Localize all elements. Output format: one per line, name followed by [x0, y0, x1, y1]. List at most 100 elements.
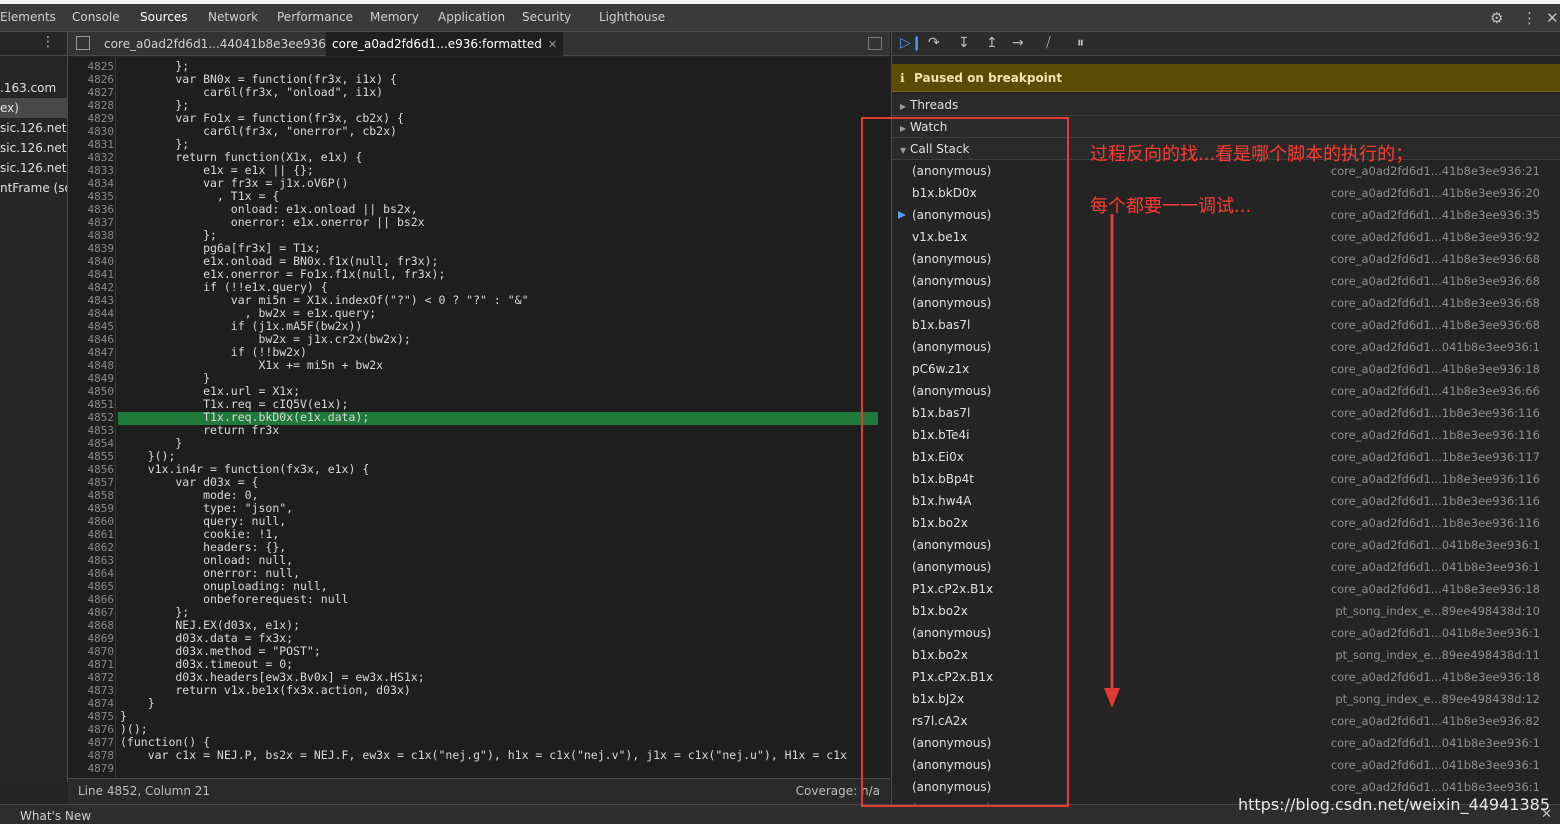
close-icon[interactable]: ✕: [548, 38, 557, 51]
line-number[interactable]: 4855: [68, 450, 115, 463]
line-number[interactable]: 4862: [68, 541, 115, 554]
line-number[interactable]: 4844: [68, 307, 115, 320]
call-frame-location[interactable]: core_a0ad2fd6d1...41b8e3ee936:68: [1331, 314, 1540, 336]
resume-icon[interactable]: ▷❙: [900, 35, 923, 51]
tab-lighthouse[interactable]: Lighthouse: [599, 9, 665, 31]
step-into-icon[interactable]: ↧: [958, 35, 970, 51]
line-number[interactable]: 4879: [68, 762, 115, 775]
tab-performance[interactable]: Performance: [277, 9, 353, 31]
line-number[interactable]: 4863: [68, 554, 115, 567]
call-frame-location[interactable]: core_a0ad2fd6d1...1b8e3ee936:117: [1331, 446, 1540, 468]
navigator-item[interactable]: ex): [0, 98, 67, 118]
call-frame-location[interactable]: core_a0ad2fd6d1...041b8e3ee936:1: [1331, 556, 1540, 578]
line-number[interactable]: 4874: [68, 697, 115, 710]
navigator-item[interactable]: sic.126.net: [0, 118, 67, 138]
editor-tab-active[interactable]: core_a0ad2fd6d1...e936:formatted ✕: [326, 32, 564, 56]
line-number[interactable]: 4839: [68, 242, 115, 255]
call-frame-location[interactable]: core_a0ad2fd6d1...041b8e3ee936:1: [1331, 732, 1540, 754]
tab-security[interactable]: Security: [522, 9, 571, 31]
tab-network[interactable]: Network: [208, 9, 258, 31]
line-number[interactable]: 4825: [68, 60, 115, 73]
line-number[interactable]: 4871: [68, 658, 115, 671]
deactivate-breakpoints-icon[interactable]: ⧸: [1046, 35, 1051, 51]
line-number[interactable]: 4877: [68, 736, 115, 749]
call-frame-location[interactable]: core_a0ad2fd6d1...1b8e3ee936:116: [1331, 424, 1540, 446]
navigator-item[interactable]: sic.126.net: [0, 138, 67, 158]
line-number[interactable]: 4851: [68, 398, 115, 411]
call-frame-location[interactable]: pt_song_index_e...89ee498438d:12: [1335, 688, 1540, 710]
line-number[interactable]: 4857: [68, 476, 115, 489]
line-number[interactable]: 4850: [68, 385, 115, 398]
call-frame-location[interactable]: core_a0ad2fd6d1...41b8e3ee936:18: [1331, 666, 1540, 688]
line-number[interactable]: 4852: [68, 411, 115, 424]
navigator-item[interactable]: sic.126.net: [0, 158, 67, 178]
line-number[interactable]: 4837: [68, 216, 115, 229]
line-number[interactable]: 4878: [68, 749, 115, 762]
line-number-gutter[interactable]: 4825 4826 4827 4828 4829 4830 4831 4832 4833 4834…: [68, 57, 116, 778]
call-frame-location[interactable]: core_a0ad2fd6d1...41b8e3ee936:92: [1331, 226, 1540, 248]
line-number[interactable]: 4840: [68, 255, 115, 268]
call-frame-location[interactable]: core_a0ad2fd6d1...41b8e3ee936:18: [1331, 358, 1540, 380]
threads-section[interactable]: ▶ Threads: [892, 94, 1560, 116]
line-number[interactable]: 4872: [68, 671, 115, 684]
call-frame-location[interactable]: core_a0ad2fd6d1...41b8e3ee936:66: [1331, 380, 1540, 402]
call-frame-location[interactable]: core_a0ad2fd6d1...41b8e3ee936:68: [1331, 270, 1540, 292]
call-frame-location[interactable]: core_a0ad2fd6d1...41b8e3ee936:35: [1331, 204, 1540, 226]
line-number[interactable]: 4845: [68, 320, 115, 333]
line-number[interactable]: 4831: [68, 138, 115, 151]
line-number[interactable]: 4853: [68, 424, 115, 437]
line-number[interactable]: 4876: [68, 723, 115, 736]
step-icon[interactable]: →: [1012, 35, 1024, 51]
line-number[interactable]: 4832: [68, 151, 115, 164]
line-number[interactable]: 4841: [68, 268, 115, 281]
line-number[interactable]: 4834: [68, 177, 115, 190]
line-number[interactable]: 4836: [68, 203, 115, 216]
line-number[interactable]: 4830: [68, 125, 115, 138]
toggle-debugger-icon[interactable]: [868, 37, 882, 50]
call-frame-location[interactable]: core_a0ad2fd6d1...1b8e3ee936:116: [1331, 490, 1540, 512]
line-number[interactable]: 4873: [68, 684, 115, 697]
tab-sources[interactable]: Sources: [133, 9, 195, 36]
line-number[interactable]: 4869: [68, 632, 115, 645]
line-number[interactable]: 4843: [68, 294, 115, 307]
tab-console[interactable]: Console: [72, 9, 120, 31]
line-number[interactable]: 4827: [68, 86, 115, 99]
line-number[interactable]: 4859: [68, 502, 115, 515]
call-frame-location[interactable]: core_a0ad2fd6d1...41b8e3ee936:82: [1331, 710, 1540, 732]
tab-whats-new[interactable]: What's New: [20, 809, 91, 823]
navigator-item[interactable]: .163.com: [0, 78, 67, 98]
line-number[interactable]: 4875: [68, 710, 115, 723]
line-number[interactable]: 4864: [68, 567, 115, 580]
call-frame-location[interactable]: core_a0ad2fd6d1...041b8e3ee936:1: [1331, 336, 1540, 358]
navigator-item[interactable]: ntFrame (son: [0, 178, 67, 198]
tab-elements[interactable]: Elements: [0, 9, 56, 31]
line-number[interactable]: 4842: [68, 281, 115, 294]
line-number[interactable]: 4861: [68, 528, 115, 541]
pause-on-exceptions-icon[interactable]: ⏸: [1077, 35, 1084, 51]
call-frame-location[interactable]: core_a0ad2fd6d1...041b8e3ee936:1: [1331, 622, 1540, 644]
line-number[interactable]: 4858: [68, 489, 115, 502]
vertical-dots-icon[interactable]: ⋮: [1522, 10, 1537, 26]
line-number[interactable]: 4870: [68, 645, 115, 658]
call-frame-location[interactable]: pt_song_index_e...89ee498438d:10: [1335, 600, 1540, 622]
toggle-navigator-icon[interactable]: [76, 36, 90, 50]
line-number[interactable]: 4829: [68, 112, 115, 125]
tab-memory[interactable]: Memory: [370, 9, 419, 31]
line-number[interactable]: 4856: [68, 463, 115, 476]
line-number[interactable]: 4835: [68, 190, 115, 203]
line-number[interactable]: 4854: [68, 437, 115, 450]
line-number[interactable]: 4838: [68, 229, 115, 242]
line-number[interactable]: 4860: [68, 515, 115, 528]
call-frame-location[interactable]: core_a0ad2fd6d1...041b8e3ee936:1: [1331, 754, 1540, 776]
line-number[interactable]: 4866: [68, 593, 115, 606]
line-number[interactable]: 4849: [68, 372, 115, 385]
code-editor[interactable]: 4825 4826 4827 4828 4829 4830 4831 4832 4833 4834…: [68, 57, 890, 778]
vertical-dots-icon[interactable]: ⋮: [41, 34, 55, 50]
line-number[interactable]: 4826: [68, 73, 115, 86]
call-frame-location[interactable]: core_a0ad2fd6d1...1b8e3ee936:116: [1331, 468, 1540, 490]
call-frame-location[interactable]: core_a0ad2fd6d1...41b8e3ee936:68: [1331, 292, 1540, 314]
call-frame-location[interactable]: core_a0ad2fd6d1...041b8e3ee936:1: [1331, 534, 1540, 556]
line-number[interactable]: 4847: [68, 346, 115, 359]
close-icon[interactable]: ✕: [1546, 10, 1559, 26]
gear-icon[interactable]: ⚙: [1490, 10, 1503, 26]
